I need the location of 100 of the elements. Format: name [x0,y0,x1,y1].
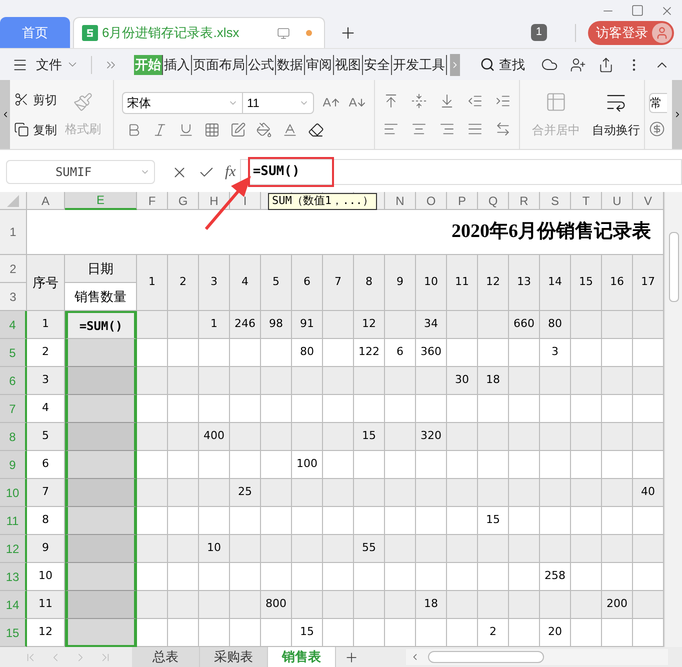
selected-cell[interactable] [65,451,137,479]
table-cell [478,423,509,451]
formula-field[interactable]: =SUM() [240,159,682,185]
function-tooltip: SUM（数值1，...） [268,193,378,210]
table-cell: 8 [27,507,65,535]
row-header[interactable]: 2 [0,255,27,283]
underline-icon[interactable] [178,122,194,138]
selected-cell[interactable] [65,479,137,507]
horizontal-scrollbar[interactable] [406,649,668,665]
table-cell [633,619,664,647]
cut-button[interactable]: 剪切 [14,90,57,108]
italic-icon[interactable] [152,122,168,138]
table-cell [385,479,416,507]
selected-cell[interactable] [65,339,137,367]
table-cell [509,507,540,535]
table-cell [230,339,261,367]
align-top-icon[interactable] [383,92,399,108]
name-box[interactable]: SUMIF [6,160,155,184]
number-format-select[interactable]: 常 [649,92,667,112]
table-cell [633,311,664,339]
table-cell [633,423,664,451]
ribbon-tab[interactable]: 插入 [163,54,192,74]
active-cell[interactable]: =SUM() [65,311,137,339]
table-header-cell: 4 [230,255,261,311]
table-cell: 12 [27,619,65,647]
search-button[interactable]: 查找 [480,54,525,74]
ribbon-tab[interactable]: 公式 [247,54,276,74]
table-cell: 3 [540,339,571,367]
share-icon[interactable] [598,56,614,72]
selected-cell[interactable] [65,619,137,647]
table-cell: 25 [230,479,261,507]
add-user-icon[interactable] [570,56,586,72]
table-cell [199,339,230,367]
row-header[interactable]: 3 [0,283,27,311]
table-cell [540,507,571,535]
table-cell: 320 [416,423,447,451]
eraser-icon[interactable] [308,122,324,138]
table-cell [292,507,323,535]
table-cell [323,339,354,367]
table-cell [602,339,633,367]
table-cell [168,311,199,339]
sheet-tab[interactable]: 总表 [132,647,200,667]
align-middle-icon[interactable] [411,92,427,108]
selected-cell[interactable] [65,563,137,591]
ribbon-tab[interactable]: 视图 [334,54,363,74]
close-icon[interactable] [660,4,674,18]
fill-color-icon[interactable] [256,122,272,138]
vertical-scrollbar[interactable] [664,192,682,647]
selected-cell[interactable] [65,535,137,563]
table-cell [602,311,633,339]
login-button[interactable]: 访客登录 [588,20,674,44]
table-cell [137,423,168,451]
ribbon-tab[interactable]: 安全 [363,54,392,74]
selected-cell[interactable] [65,591,137,619]
copy-button[interactable]: 复制 [14,120,57,138]
monitor-icon[interactable] [277,26,290,40]
ribbon-tab[interactable]: 开发工具 [392,54,447,74]
file-menu[interactable]: 文件 [36,54,62,74]
wrap-text-button[interactable]: 自动换行 [592,80,645,149]
table-cell [385,507,416,535]
distribute-icon[interactable] [495,120,511,136]
home-tab[interactable]: 首页 [0,17,70,48]
table-cell [292,479,323,507]
window-count[interactable]: 1 [530,24,547,41]
ribbon-tab[interactable]: 开始 [134,54,163,74]
column-header[interactable]: E [65,192,137,210]
row-header[interactable]: 1 [0,210,27,255]
table-cell [571,367,602,395]
table-cell: 55 [354,535,385,563]
font-color-icon[interactable] [282,122,298,138]
edit-icon[interactable] [230,122,246,138]
document-tab[interactable]: 6月份进销存记录表.xlsx [73,17,325,48]
selected-cell[interactable] [65,367,137,395]
selected-cell[interactable] [65,423,137,451]
table-cell [633,535,664,563]
cloud-icon[interactable] [541,56,558,73]
align-bottom-icon[interactable] [439,92,455,108]
function-button[interactable]: fx [225,160,236,184]
sheet-tab[interactable]: 采购表 [200,647,268,667]
selected-cell[interactable] [65,395,137,423]
table-cell [199,507,230,535]
avatar-icon [652,22,672,42]
table-cell [447,311,478,339]
table-cell [354,507,385,535]
currency-icon[interactable] [649,120,665,136]
border-icon[interactable] [204,122,220,138]
table-cell [261,339,292,367]
table-cell [168,563,199,591]
table-cell [633,339,664,367]
more-tabs-button[interactable] [450,54,460,76]
table-cell [478,563,509,591]
ribbon-tab[interactable]: 审阅 [305,54,334,74]
selected-cell[interactable] [65,507,137,535]
ribbon-tab[interactable]: 数据 [276,54,305,74]
table-cell [323,367,354,395]
sheet-tab[interactable]: 销售表 [268,647,336,667]
ribbon-tab[interactable]: 页面布局 [192,54,247,74]
table-cell [602,479,633,507]
maximize-icon[interactable] [631,4,644,17]
table-cell [540,591,571,619]
